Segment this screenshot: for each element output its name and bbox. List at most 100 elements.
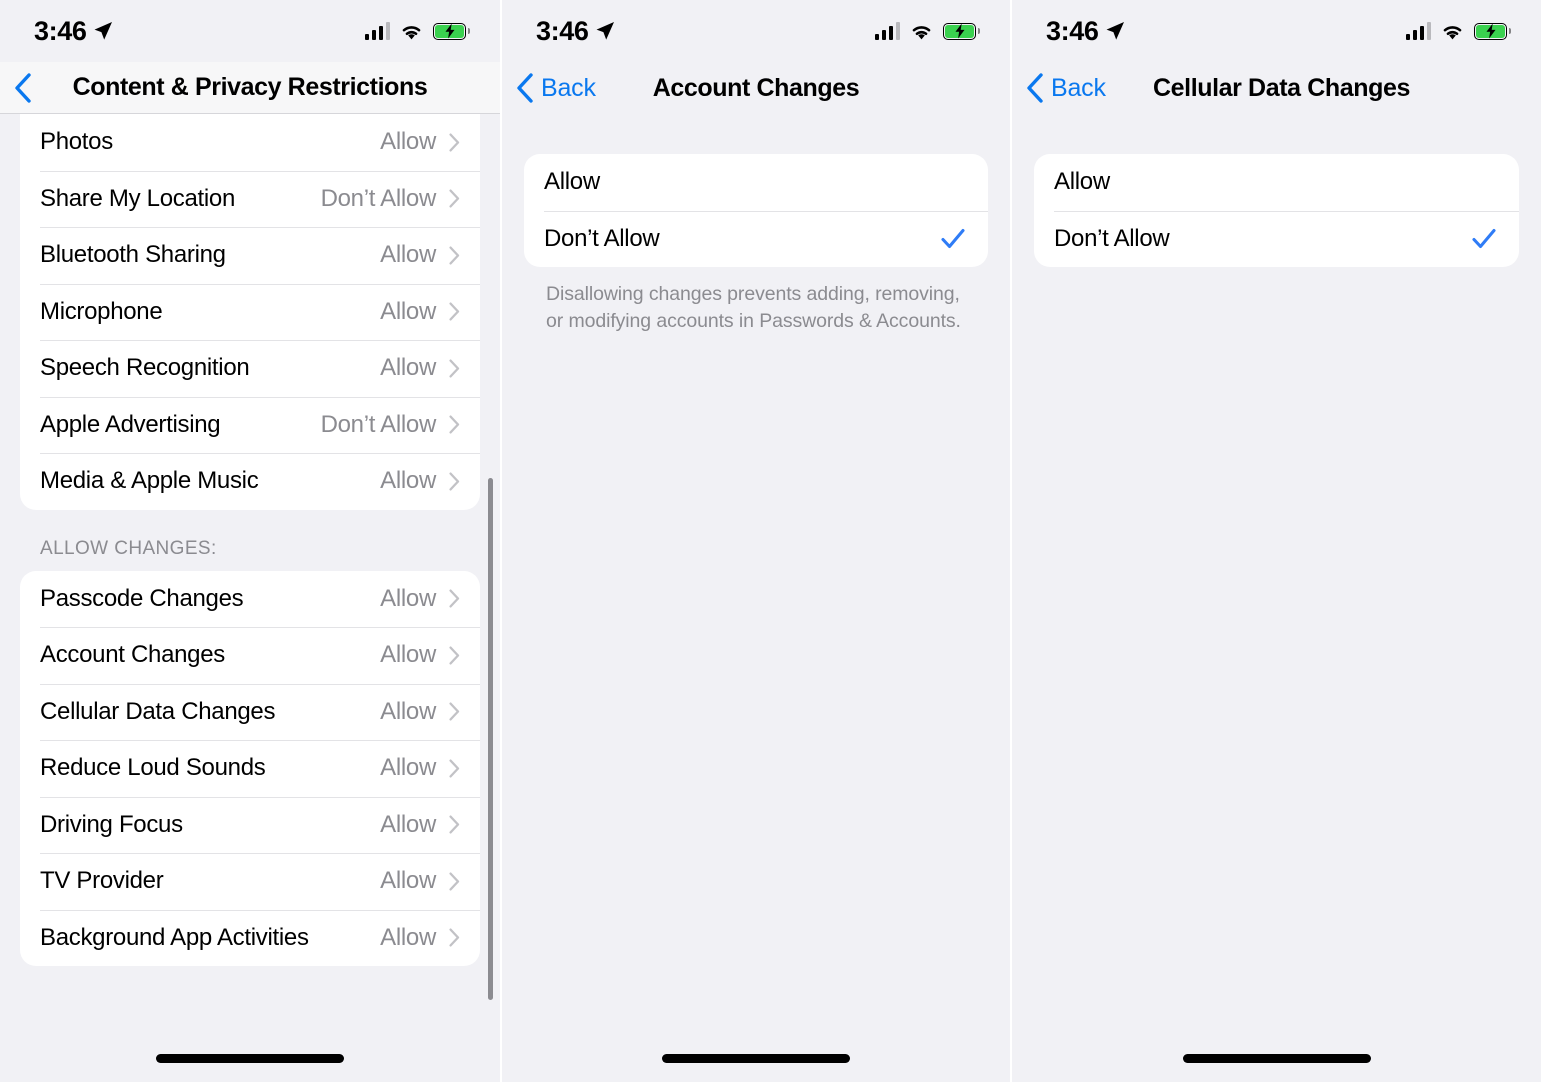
battery-charging-icon — [433, 22, 470, 40]
settings-row-label: Account Changes — [40, 641, 225, 669]
settings-row-label: Cellular Data Changes — [40, 697, 276, 725]
settings-list-scroll-area[interactable]: Photos Allow Share My Location Don’t Allow B… — [0, 114, 500, 1082]
restrictions-group-card: Photos Allow Share My Location Don’t Allow B… — [20, 114, 480, 510]
section-header-allow-changes: ALLOW CHANGES: — [40, 537, 217, 559]
chevron-right-icon — [449, 928, 460, 947]
settings-row-value: Allow — [380, 867, 436, 895]
settings-row[interactable]: TV Provider Allow — [20, 853, 480, 910]
cellular-signal-icon — [364, 22, 390, 40]
lightning-bolt-icon — [445, 23, 454, 39]
home-indicator — [662, 1054, 850, 1063]
chevron-right-icon — [449, 702, 460, 721]
chevron-right-icon — [449, 815, 460, 834]
settings-row[interactable]: Background App Activities Allow — [20, 909, 480, 967]
settings-row[interactable]: Share My Location Don’t Allow — [20, 170, 480, 228]
page-title: Content & Privacy Restrictions — [72, 73, 428, 101]
settings-row-value: Allow — [380, 297, 436, 325]
chevron-right-icon — [449, 189, 460, 208]
wifi-icon — [402, 25, 421, 39]
status-bar-clock: 3:46 — [536, 15, 589, 46]
option-row-label: Don’t Allow — [544, 224, 660, 252]
chevron-right-icon — [449, 246, 460, 265]
settings-row-label: Driving Focus — [40, 810, 183, 838]
navigation-bar: Back Account Changes — [502, 62, 1010, 114]
phone-screen-account-changes: 3:46 Back Account Changes Allow Don’t Al… — [500, 0, 1010, 1082]
settings-row-value: Allow — [380, 810, 436, 838]
settings-row-label: Speech Recognition — [40, 354, 250, 382]
settings-row[interactable]: Bluetooth Sharing Allow — [20, 227, 480, 284]
settings-row-value: Don’t Allow — [320, 410, 437, 438]
option-row[interactable]: Don’t Allow — [1034, 210, 1519, 268]
option-row-label: Allow — [1054, 168, 1110, 196]
settings-row[interactable]: Reduce Loud Sounds Allow — [20, 740, 480, 797]
settings-row-value: Allow — [380, 354, 436, 382]
settings-row[interactable]: Media & Apple Music Allow — [20, 453, 480, 510]
chevron-right-icon — [449, 133, 460, 152]
chevron-left-icon — [517, 73, 533, 103]
option-row[interactable]: Allow — [524, 154, 988, 211]
settings-row-label: Share My Location — [40, 184, 236, 212]
settings-row-label: Media & Apple Music — [40, 467, 259, 495]
wifi-icon — [1443, 25, 1462, 39]
settings-row-value: Allow — [380, 241, 436, 269]
status-bar-left: 3:46 — [536, 15, 615, 46]
status-bar-right — [1405, 22, 1511, 41]
status-bar: 3:46 — [0, 0, 500, 62]
settings-row[interactable]: Account Changes Allow — [20, 627, 480, 684]
settings-row-label: Bluetooth Sharing — [40, 241, 226, 269]
settings-row-value: Allow — [380, 467, 436, 495]
cellular-data-changes-options-card: Allow Don’t Allow — [1034, 154, 1519, 267]
back-button-label: Back — [1051, 73, 1106, 102]
phone-screen-content-privacy-restrictions: 3:46 Content & Privacy Restrictions Phot… — [0, 0, 500, 1082]
cellular-signal-icon — [1405, 22, 1431, 40]
lightning-bolt-icon — [955, 23, 964, 39]
status-bar-left: 3:46 — [1046, 15, 1125, 46]
chevron-left-icon — [1027, 73, 1043, 103]
settings-row[interactable]: Microphone Allow — [20, 283, 480, 341]
status-bar-right — [364, 22, 470, 41]
settings-row-label: Microphone — [40, 297, 163, 325]
option-row[interactable]: Allow — [1034, 154, 1519, 211]
settings-row[interactable]: Cellular Data Changes Allow — [20, 683, 480, 741]
option-row-label: Don’t Allow — [1054, 224, 1170, 252]
chevron-right-icon — [449, 759, 460, 778]
vertical-scrollbar[interactable] — [488, 478, 493, 1000]
settings-row[interactable]: Apple Advertising Don’t Allow — [20, 396, 480, 454]
settings-row-label: Reduce Loud Sounds — [40, 754, 266, 782]
home-indicator — [156, 1054, 344, 1063]
settings-row-label: Photos — [40, 128, 113, 156]
cellular-signal-icon — [874, 22, 900, 40]
battery-charging-icon — [943, 22, 980, 40]
back-button[interactable]: Back — [516, 73, 596, 103]
back-button[interactable] — [14, 72, 39, 103]
lightning-bolt-icon — [1486, 23, 1495, 39]
settings-row[interactable]: Passcode Changes Allow — [20, 571, 480, 628]
footnote-text: Disallowing changes prevents adding, rem… — [546, 283, 961, 332]
status-bar-clock: 3:46 — [1046, 15, 1099, 46]
phone-screen-cellular-data-changes: 3:46 Back Cellular Data Changes Allow Do… — [1010, 0, 1541, 1082]
status-bar: 3:46 — [1012, 0, 1541, 62]
battery-charging-icon — [1474, 22, 1511, 40]
settings-row-value: Allow — [380, 584, 436, 612]
wifi-icon — [912, 25, 931, 39]
settings-row-label: TV Provider — [40, 867, 164, 895]
back-button-label: Back — [541, 73, 596, 102]
chevron-right-icon — [449, 302, 460, 321]
settings-row[interactable]: Driving Focus Allow — [20, 796, 480, 854]
back-button[interactable]: Back — [1026, 73, 1106, 103]
status-bar-right — [874, 22, 980, 41]
navigation-bar: Back Cellular Data Changes — [1012, 62, 1541, 114]
settings-row-label: Apple Advertising — [40, 410, 221, 438]
settings-row-value: Don’t Allow — [320, 184, 437, 212]
settings-row-value: Allow — [380, 754, 436, 782]
settings-row-label: Background App Activities — [40, 923, 309, 951]
option-row[interactable]: Don’t Allow — [524, 210, 988, 268]
settings-row-value: Allow — [380, 128, 436, 156]
options-area: Allow Don’t Allow Disallowing changes pre… — [502, 114, 1010, 1082]
settings-row-value: Allow — [380, 697, 436, 725]
settings-row[interactable]: Speech Recognition Allow — [20, 340, 480, 397]
status-bar-left: 3:46 — [34, 17, 113, 45]
chevron-right-icon — [449, 415, 460, 434]
settings-row[interactable]: Photos Allow — [20, 114, 480, 171]
navigation-bar: Content & Privacy Restrictions — [0, 62, 500, 114]
